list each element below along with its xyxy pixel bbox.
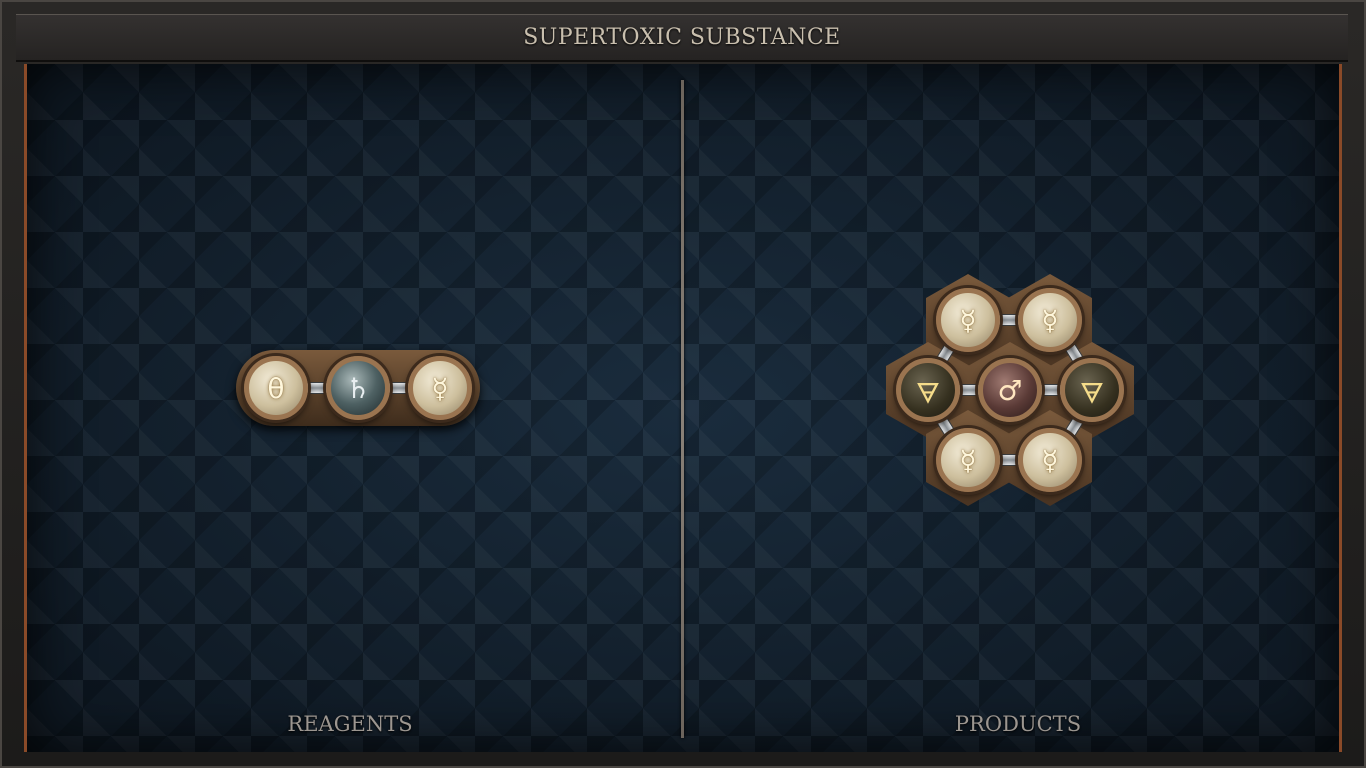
products-label: PRODUCTS — [954, 712, 1082, 736]
atom-quicksilver[interactable]: ☿ — [936, 288, 1000, 352]
atom-earth[interactable]: 🜃 — [1060, 358, 1124, 422]
atom-quicksilver[interactable]: ☿ — [936, 428, 1000, 492]
atom-earth[interactable]: 🜃 — [896, 358, 960, 422]
reagents-label: REAGENTS — [287, 712, 413, 736]
atom-salt[interactable]: θ — [244, 356, 308, 420]
product-molecule: ☿ ☿ 🜃 ♂ 🜃 ☿ ☿ — [886, 272, 1134, 508]
earth-symbol-icon: 🜃 — [915, 376, 941, 410]
reagent-molecule: θ ♄ ☿ — [236, 350, 480, 430]
page-title: SUPERTOXIC SUBSTANCE — [523, 25, 841, 50]
atom-quicksilver[interactable]: ☿ — [1018, 428, 1082, 492]
atom-iron[interactable]: ♂ — [978, 358, 1042, 422]
salt-symbol-icon: θ — [267, 371, 285, 405]
title-bar: SUPERTOXIC SUBSTANCE — [16, 14, 1348, 62]
quicksilver-symbol-icon: ☿ — [1041, 443, 1059, 477]
panel-divider — [681, 80, 684, 738]
iron-symbol-icon: ♂ — [997, 373, 1023, 407]
quicksilver-symbol-icon: ☿ — [959, 443, 977, 477]
quicksilver-symbol-icon: ☿ — [1041, 303, 1059, 337]
atom-quicksilver[interactable]: ☿ — [408, 356, 472, 420]
quicksilver-symbol-icon: ☿ — [431, 371, 449, 405]
atom-quicksilver[interactable]: ☿ — [1018, 288, 1082, 352]
earth-symbol-icon: 🜃 — [1079, 376, 1105, 410]
lead-symbol-icon: ♄ — [345, 371, 371, 405]
quicksilver-symbol-icon: ☿ — [959, 303, 977, 337]
atom-lead[interactable]: ♄ — [326, 356, 390, 420]
